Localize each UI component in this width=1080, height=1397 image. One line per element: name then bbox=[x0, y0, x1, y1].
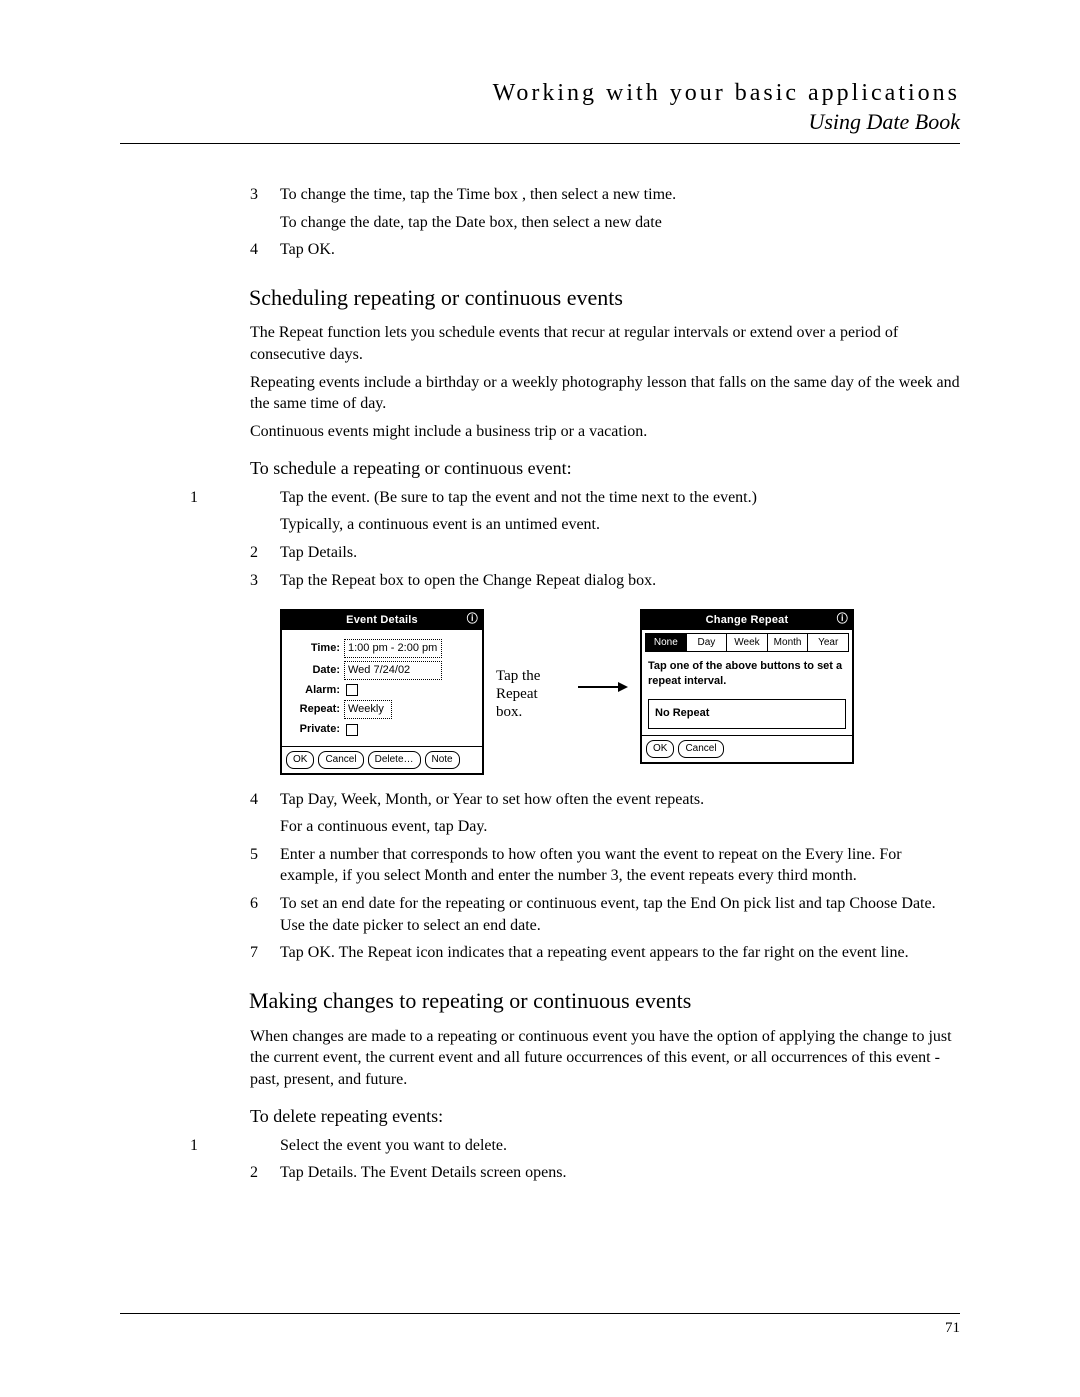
step: 6 To set an end date for the repeating o… bbox=[250, 893, 960, 936]
dialog-title: Event Details bbox=[346, 614, 418, 626]
step-text: Enter a number that corresponds to how o… bbox=[280, 844, 960, 887]
subheading: To delete repeating events: bbox=[250, 1104, 960, 1128]
content-area: 3 To change the time, tap the Time box ,… bbox=[250, 184, 960, 1184]
step-text: Tap OK. bbox=[280, 239, 960, 261]
arrow-icon bbox=[578, 609, 628, 701]
step-text: To set an end date for the repeating or … bbox=[280, 893, 960, 936]
section-title: Using Date Book bbox=[120, 109, 960, 135]
tab-none[interactable]: None bbox=[646, 634, 687, 652]
figure: Event Details ⓘ Time: 1:00 pm - 2:00 pm … bbox=[280, 609, 960, 775]
cancel-button[interactable]: Cancel bbox=[318, 751, 363, 769]
dialog-title-bar: Change Repeat ⓘ bbox=[642, 611, 852, 630]
step-text: For a continuous event, tap Day. bbox=[280, 816, 960, 838]
step: 4 Tap OK. bbox=[250, 239, 960, 261]
chapter-title: Working with your basic applications bbox=[120, 80, 960, 107]
heading-scheduling: Scheduling repeating or continuous event… bbox=[249, 283, 960, 313]
private-checkbox[interactable] bbox=[346, 724, 358, 736]
running-header: Working with your basic applications Usi… bbox=[120, 80, 960, 135]
delete-button[interactable]: Delete… bbox=[368, 751, 421, 769]
repeat-label: Repeat: bbox=[288, 702, 340, 717]
step-number: 2 bbox=[250, 542, 258, 564]
repeat-field[interactable]: Weekly bbox=[344, 700, 392, 719]
step-text: Select the event you want to delete. bbox=[280, 1135, 960, 1157]
step-number: 1 bbox=[190, 487, 198, 509]
tab-day[interactable]: Day bbox=[687, 634, 728, 652]
date-row: Date: Wed 7/24/02 bbox=[288, 661, 476, 680]
step-number: 2 bbox=[250, 1162, 258, 1184]
date-label: Date: bbox=[288, 663, 340, 678]
date-field[interactable]: Wed 7/24/02 bbox=[344, 661, 442, 680]
step-number: 4 bbox=[250, 239, 258, 261]
private-label: Private: bbox=[288, 722, 340, 737]
step-text: To change the time, tap the Time box , t… bbox=[280, 184, 960, 206]
body-paragraph: Continuous events might include a busine… bbox=[250, 421, 960, 443]
step-number: 1 bbox=[190, 1135, 198, 1157]
header-rule bbox=[120, 143, 960, 144]
step: 5 Enter a number that corresponds to how… bbox=[250, 844, 960, 887]
heading-making-changes: Making changes to repeating or continuou… bbox=[249, 986, 960, 1016]
page-number: 71 bbox=[945, 1320, 960, 1336]
cancel-button[interactable]: Cancel bbox=[678, 740, 723, 758]
alarm-checkbox[interactable] bbox=[346, 684, 358, 696]
alarm-row: Alarm: bbox=[288, 683, 476, 698]
step: 7 Tap OK. The Repeat icon indicates that… bbox=[250, 942, 960, 964]
step-number: 3 bbox=[250, 184, 258, 206]
time-row: Time: 1:00 pm - 2:00 pm bbox=[288, 639, 476, 658]
body-paragraph: The Repeat function lets you schedule ev… bbox=[250, 322, 960, 365]
dialog-body: Time: 1:00 pm - 2:00 pm Date: Wed 7/24/0… bbox=[282, 630, 482, 746]
tab-week[interactable]: Week bbox=[727, 634, 768, 652]
step-text: Tap OK. The Repeat icon indicates that a… bbox=[280, 942, 960, 964]
dialog-title-bar: Event Details ⓘ bbox=[282, 611, 482, 630]
step-number: 6 bbox=[250, 893, 258, 915]
event-details-dialog: Event Details ⓘ Time: 1:00 pm - 2:00 pm … bbox=[280, 609, 484, 775]
step-text: Tap Day, Week, Month, or Year to set how… bbox=[280, 789, 960, 811]
note-button[interactable]: Note bbox=[425, 751, 460, 769]
page: Working with your basic applications Usi… bbox=[0, 0, 1080, 1397]
change-repeat-dialog: Change Repeat ⓘ None Day Week Month Year… bbox=[640, 609, 854, 764]
ok-button[interactable]: OK bbox=[646, 740, 674, 758]
step: 2 Tap Details. bbox=[250, 542, 960, 564]
step-text: Tap Details. bbox=[280, 542, 960, 564]
body-paragraph: Repeating events include a birthday or a… bbox=[250, 372, 960, 415]
subheading: To schedule a repeating or continuous ev… bbox=[250, 456, 960, 480]
callout-label: Tap the Repeat box. bbox=[496, 609, 566, 721]
ok-button[interactable]: OK bbox=[286, 751, 314, 769]
step-text: To change the date, tap the Date box, th… bbox=[280, 212, 960, 234]
dialog-buttons: OK Cancel Delete… Note bbox=[282, 746, 482, 773]
step-number: 5 bbox=[250, 844, 258, 866]
instruction-text: Tap one of the above buttons to set a re… bbox=[642, 655, 852, 693]
tab-year[interactable]: Year bbox=[808, 634, 848, 652]
info-icon: ⓘ bbox=[467, 612, 478, 627]
step-number: 3 bbox=[250, 570, 258, 592]
step-text: Tap the Repeat box to open the Change Re… bbox=[280, 570, 960, 592]
step-text: Typically, a continuous event is an unti… bbox=[280, 514, 960, 536]
time-field[interactable]: 1:00 pm - 2:00 pm bbox=[344, 639, 442, 658]
repeat-tabs: None Day Week Month Year bbox=[645, 633, 849, 653]
dialog-buttons: OK Cancel bbox=[642, 735, 852, 762]
step-number: 4 bbox=[250, 789, 258, 811]
time-label: Time: bbox=[288, 641, 340, 656]
footer: 71 bbox=[120, 1313, 960, 1337]
step: 1 Tap the event. (Be sure to tap the eve… bbox=[220, 487, 960, 536]
private-row: Private: bbox=[288, 722, 476, 737]
dialog-title: Change Repeat bbox=[706, 614, 789, 626]
step: 1 Select the event you want to delete. bbox=[220, 1135, 960, 1157]
repeat-summary: No Repeat bbox=[648, 699, 846, 729]
step-text: Tap the event. (Be sure to tap the event… bbox=[280, 487, 960, 509]
step: 4 Tap Day, Week, Month, or Year to set h… bbox=[250, 789, 960, 838]
body-paragraph: When changes are made to a repeating or … bbox=[250, 1026, 960, 1091]
tab-month[interactable]: Month bbox=[768, 634, 809, 652]
step: 2 Tap Details. The Event Details screen … bbox=[250, 1162, 960, 1184]
repeat-row: Repeat: Weekly bbox=[288, 700, 476, 719]
step-text: Tap Details. The Event Details screen op… bbox=[280, 1162, 960, 1184]
step: 3 To change the time, tap the Time box ,… bbox=[250, 184, 960, 233]
step: 3 Tap the Repeat box to open the Change … bbox=[250, 570, 960, 592]
alarm-label: Alarm: bbox=[288, 683, 340, 698]
info-icon: ⓘ bbox=[837, 612, 848, 627]
step-number: 7 bbox=[250, 942, 258, 964]
